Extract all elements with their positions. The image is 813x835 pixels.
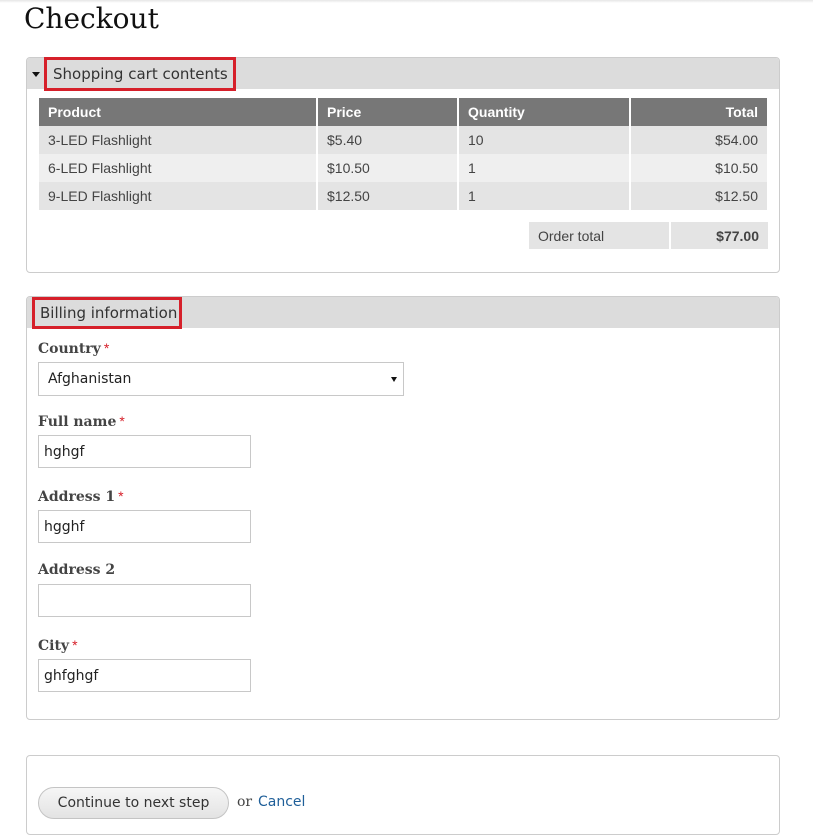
column-header-quantity: Quantity	[458, 98, 631, 126]
cell-quantity: 1	[458, 182, 631, 210]
cart-legend-label: Shopping cart contents	[53, 65, 228, 83]
full-name-label-text: Full name	[38, 414, 117, 430]
cell-quantity: 1	[458, 154, 631, 182]
billing-legend-label: Billing information	[40, 304, 178, 322]
cell-price: $5.40	[317, 126, 459, 154]
address1-label-text: Address 1	[38, 489, 116, 505]
chevron-down-icon	[391, 377, 397, 382]
required-marker: *	[119, 413, 125, 429]
cart-table: Product Price Quantity Total 3-LED Flash…	[39, 98, 767, 210]
collapse-arrow-icon[interactable]	[32, 72, 40, 77]
order-total-label: Order total	[529, 222, 669, 249]
address1-item: Address 1 *	[38, 486, 251, 543]
page-title: Checkout	[24, 2, 159, 35]
country-select[interactable]: Afghanistan	[38, 362, 404, 396]
table-row: 6-LED Flashlight $10.50 1 $10.50	[39, 154, 767, 182]
address2-label: Address 2	[38, 560, 251, 580]
billing-legend: Billing information	[32, 297, 182, 329]
country-label-text: Country	[38, 341, 101, 357]
column-header-price: Price	[317, 98, 459, 126]
required-marker: *	[118, 488, 124, 504]
cell-product: 3-LED Flashlight	[39, 126, 318, 154]
city-label-text: City	[38, 638, 70, 654]
cell-quantity: 10	[458, 126, 631, 154]
column-header-product: Product	[39, 98, 318, 126]
city-label: City *	[38, 635, 251, 655]
city-input[interactable]	[38, 659, 251, 692]
cart-legend[interactable]: Shopping cart contents	[44, 57, 236, 91]
cart-table-header: Product Price Quantity Total	[39, 98, 767, 126]
address2-label-text: Address 2	[38, 562, 116, 578]
cell-price: $12.50	[317, 182, 459, 210]
cell-total: $54.00	[630, 126, 767, 154]
country-select-value: Afghanistan	[48, 371, 132, 387]
country-item: Country * Afghanistan	[38, 338, 404, 396]
required-marker: *	[72, 637, 78, 653]
continue-button[interactable]: Continue to next step	[38, 787, 229, 819]
cell-product: 6-LED Flashlight	[39, 154, 318, 182]
or-text: or	[237, 794, 253, 810]
country-label: Country *	[38, 338, 404, 358]
address2-input[interactable]	[38, 584, 251, 617]
order-total: Order total $77.00	[529, 222, 768, 249]
order-total-value: $77.00	[671, 222, 768, 249]
table-row: 3-LED Flashlight $5.40 10 $54.00	[39, 126, 767, 154]
city-item: City *	[38, 635, 251, 692]
cell-total: $12.50	[630, 182, 767, 210]
address1-label: Address 1 *	[38, 486, 251, 506]
cell-total: $10.50	[630, 154, 767, 182]
column-header-total: Total	[630, 98, 767, 126]
address2-item: Address 2	[38, 560, 251, 617]
required-marker: *	[103, 340, 110, 356]
full-name-item: Full name *	[38, 411, 251, 468]
cell-price: $10.50	[317, 154, 459, 182]
table-row: 9-LED Flashlight $12.50 1 $12.50	[39, 182, 767, 210]
cancel-link[interactable]: Cancel	[258, 794, 305, 810]
full-name-input[interactable]	[38, 435, 251, 468]
cell-product: 9-LED Flashlight	[39, 182, 318, 210]
address1-input[interactable]	[38, 510, 251, 543]
full-name-label: Full name *	[38, 411, 251, 431]
actions-fieldset: Continue to next step or Cancel	[26, 755, 780, 835]
billing-fieldset: Billing information Country * Afghanistan…	[26, 296, 780, 720]
cart-fieldset: Shopping cart contents Product Price Qua…	[26, 57, 780, 273]
